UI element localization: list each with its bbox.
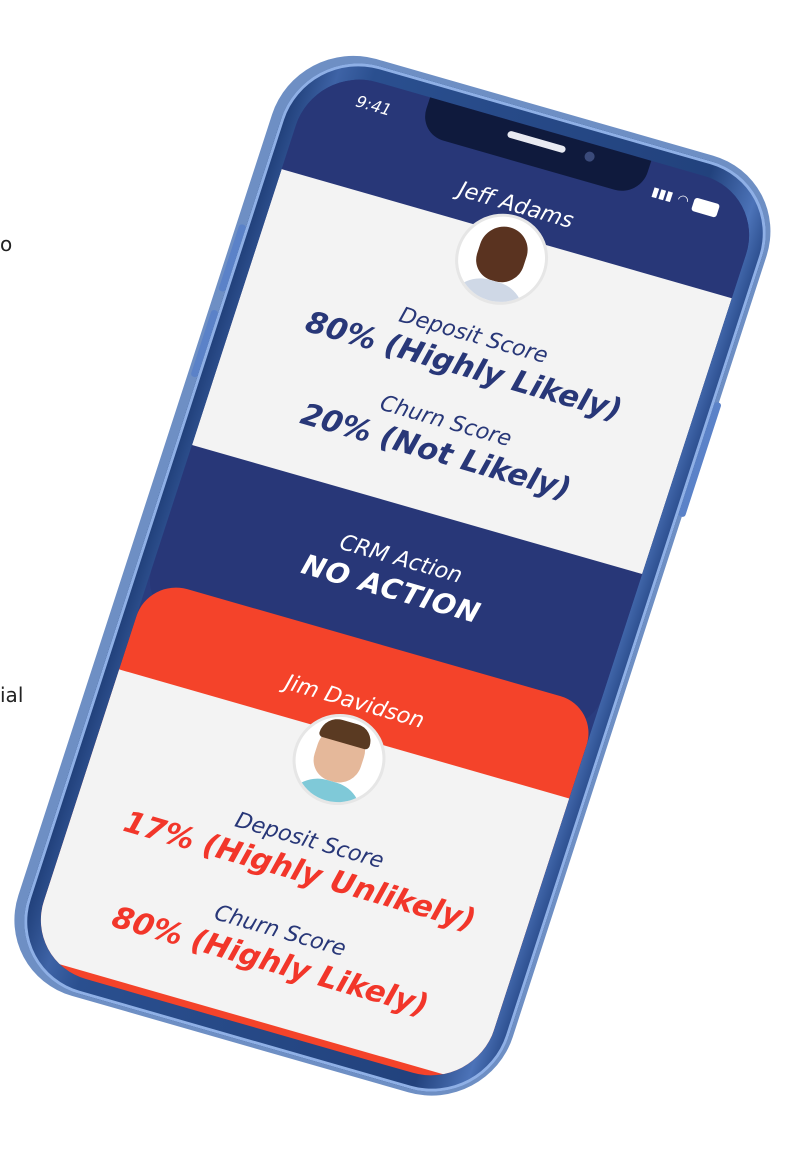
phone-mockup: Jeff Adams Deposit Score 80% (Highly Lik… — [0, 36, 792, 1115]
wifi-icon: ◠ — [675, 191, 691, 210]
cropped-text-fragment: ial — [0, 683, 24, 707]
camera-icon — [583, 150, 596, 163]
status-icons: ▮▮▮ ◠ — [650, 185, 721, 218]
phone-screen: Jeff Adams Deposit Score 80% (Highly Lik… — [24, 64, 766, 1091]
battery-icon — [691, 196, 721, 218]
status-time: 9:41 — [353, 91, 394, 120]
speaker-grille — [506, 130, 567, 154]
signal-icon: ▮▮▮ — [649, 184, 675, 205]
cropped-text-fragment: o — [0, 232, 13, 256]
